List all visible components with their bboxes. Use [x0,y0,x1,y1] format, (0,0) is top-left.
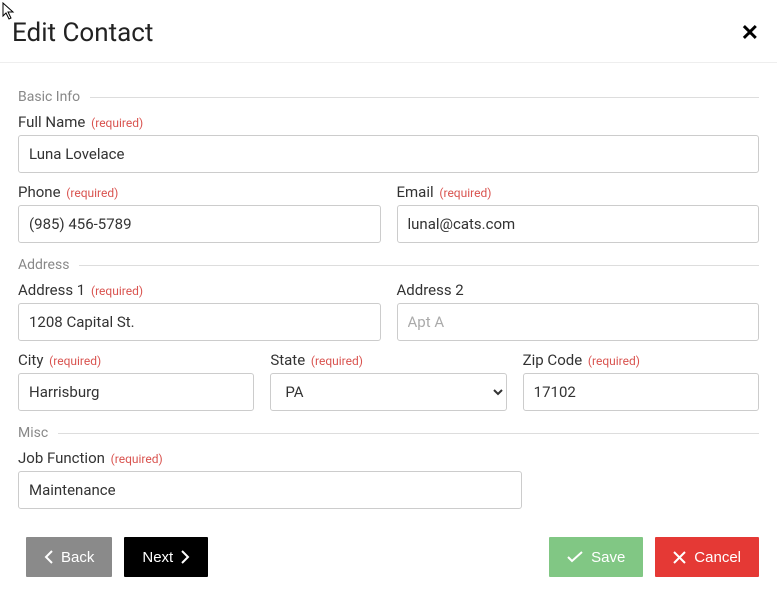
state-label: State (required) [270,351,506,369]
section-misc: Misc [18,425,759,441]
city-input[interactable] [18,373,254,411]
address2-label: Address 2 [397,281,760,299]
chevron-left-icon [44,550,53,564]
save-button[interactable]: Save [549,537,643,577]
check-icon [567,551,583,563]
phone-label: Phone (required) [18,183,381,201]
x-icon [673,551,686,564]
full-name-label: Full Name (required) [18,113,759,131]
section-address: Address [18,257,759,273]
close-button[interactable]: ✕ [741,22,759,44]
section-basic-info: Basic Info [18,89,759,105]
page-title: Edit Contact [12,18,153,48]
job-function-input[interactable] [18,471,522,509]
email-input[interactable] [397,205,760,243]
address1-input[interactable] [18,303,381,341]
chevron-right-icon [181,550,190,564]
full-name-input[interactable] [18,135,759,173]
back-button[interactable]: Back [26,537,112,577]
job-function-label: Job Function (required) [18,449,759,467]
close-icon: ✕ [741,22,759,44]
city-label: City (required) [18,351,254,369]
phone-input[interactable] [18,205,381,243]
email-label: Email (required) [397,183,760,201]
next-button[interactable]: Next [124,537,208,577]
address2-input[interactable] [397,303,760,341]
address1-label: Address 1 (required) [18,281,381,299]
cancel-button[interactable]: Cancel [655,537,759,577]
zip-input[interactable] [523,373,759,411]
zip-label: Zip Code (required) [523,351,759,369]
state-select[interactable]: PA [270,373,506,411]
